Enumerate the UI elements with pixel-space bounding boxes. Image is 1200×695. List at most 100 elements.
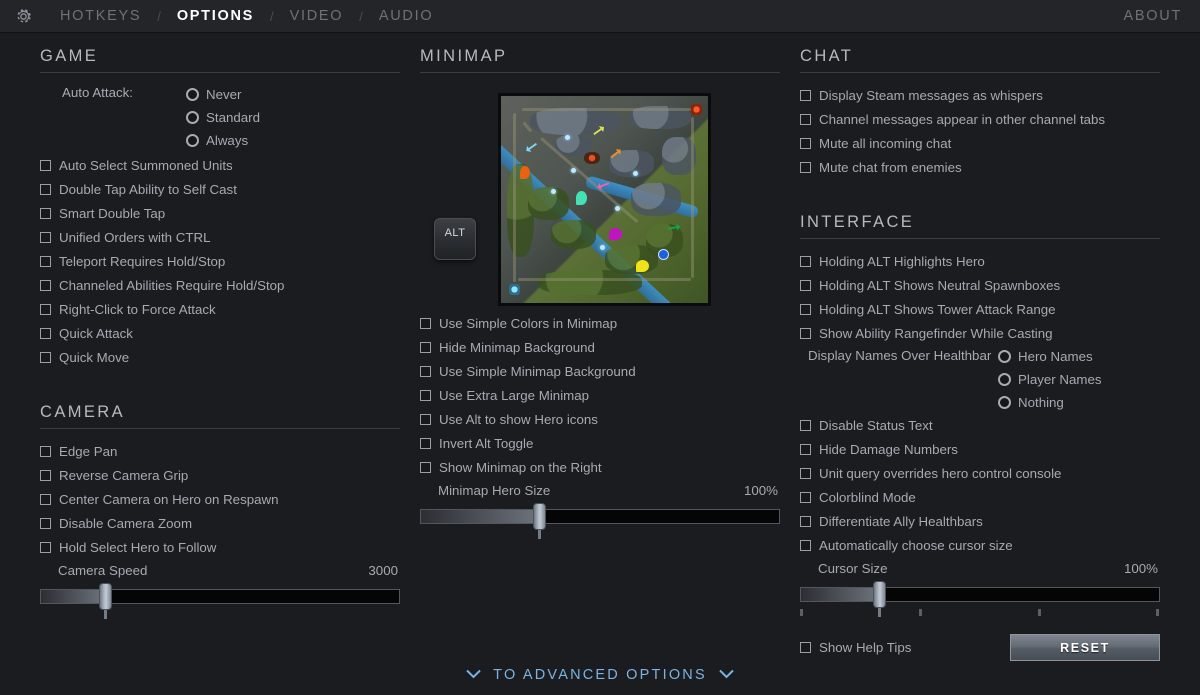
checkbox-label: Unit query overrides hero control consol… — [819, 466, 1061, 481]
checkbox-icon — [40, 542, 51, 553]
checkbox-quick-attack[interactable]: Quick Attack — [40, 321, 400, 345]
nav-separator-1: / — [155, 9, 163, 24]
checkbox-icon — [800, 492, 811, 503]
column-game: GAME Auto Attack: Never Standard Always — [40, 33, 400, 607]
section-rule-chat — [800, 72, 1160, 73]
checkbox-label: Hide Minimap Background — [439, 340, 595, 355]
section-title-interface: INTERFACE — [800, 199, 1160, 238]
checkbox-double-tap-ability-to-self-cast[interactable]: Double Tap Ability to Self Cast — [40, 177, 400, 201]
checkbox-quick-move[interactable]: Quick Move — [40, 345, 400, 369]
nav-separator-2: / — [268, 9, 276, 24]
checkbox-smart-double-tap[interactable]: Smart Double Tap — [40, 201, 400, 225]
checkbox-label: Smart Double Tap — [59, 206, 165, 221]
checkbox-show-ability-rangefinder-while-casting[interactable]: Show Ability Rangefinder While Casting — [800, 321, 1160, 345]
minimap-frame[interactable]: ➞ ➞ ➞ ➞ ➞ — [498, 93, 711, 306]
slider-thumb[interactable] — [99, 583, 112, 610]
checkbox-label: Mute all incoming chat — [819, 136, 951, 151]
checkbox-icon — [40, 494, 51, 505]
checkbox-invert-alt-toggle[interactable]: Invert Alt Toggle — [420, 431, 780, 455]
checkbox-use-simple-minimap-background[interactable]: Use Simple Minimap Background — [420, 359, 780, 383]
checkbox-use-simple-colors-in-minimap[interactable]: Use Simple Colors in Minimap — [420, 311, 780, 335]
checkbox-icon — [40, 184, 51, 195]
checkbox-auto-select-summoned-units[interactable]: Auto Select Summoned Units — [40, 153, 400, 177]
about-link[interactable]: ABOUT — [1124, 0, 1182, 33]
checkbox-show-help-tips[interactable]: Show Help Tips — [800, 636, 911, 660]
checkbox-mute-all-incoming-chat[interactable]: Mute all incoming chat — [800, 131, 1160, 155]
checkbox-use-alt-to-show-hero-icons[interactable]: Use Alt to show Hero icons — [420, 407, 780, 431]
checkbox-icon — [800, 328, 811, 339]
roshan-pit — [584, 152, 600, 164]
minimap-image: ➞ ➞ ➞ ➞ ➞ — [501, 96, 708, 303]
tab-video[interactable]: VIDEO — [276, 0, 358, 33]
tab-audio[interactable]: AUDIO — [365, 0, 447, 33]
alt-key-label: ALT — [445, 227, 466, 239]
checkbox-icon — [800, 280, 811, 291]
checkbox-right-click-to-force-attack[interactable]: Right-Click to Force Attack — [40, 297, 400, 321]
checkbox-hide-damage-numbers[interactable]: Hide Damage Numbers — [800, 437, 1160, 461]
slider-cursor-size[interactable]: Cursor Size 100% — [800, 561, 1160, 618]
checkbox-reverse-camera-grip[interactable]: Reverse Camera Grip — [40, 463, 400, 487]
checkbox-disable-camera-zoom[interactable]: Disable Camera Zoom — [40, 511, 400, 535]
checkbox-label: Right-Click to Force Attack — [59, 302, 216, 317]
slider-track-area[interactable] — [40, 585, 400, 607]
slider-thumb[interactable] — [873, 581, 886, 608]
checkbox-automatically-choose-cursor-size[interactable]: Automatically choose cursor size — [800, 533, 1160, 557]
checkbox-holding-alt-shows-tower-attack-range[interactable]: Holding ALT Shows Tower Attack Range — [800, 297, 1160, 321]
checkbox-icon — [40, 518, 51, 529]
checkbox-differentiate-ally-healthbars[interactable]: Differentiate Ally Healthbars — [800, 509, 1160, 533]
checkbox-icon — [40, 232, 51, 243]
section-rule-game — [40, 72, 400, 73]
tab-options[interactable]: OPTIONS — [163, 0, 268, 33]
radio-auto-attack-always[interactable]: Always — [186, 129, 260, 152]
checkbox-label: Reverse Camera Grip — [59, 468, 188, 483]
checkbox-label: Edge Pan — [59, 444, 117, 459]
checkbox-hold-select-hero-to-follow[interactable]: Hold Select Hero to Follow — [40, 535, 400, 559]
minimap-preview-area: ➞ ➞ ➞ ➞ ➞ ALT — [420, 83, 780, 311]
radio-display-names-hero-names[interactable]: Hero Names — [998, 345, 1102, 368]
checkbox-holding-alt-shows-neutral-spawnboxes[interactable]: Holding ALT Shows Neutral Spawnboxes — [800, 273, 1160, 297]
to-advanced-options-link[interactable]: TO ADVANCED OPTIONS — [0, 667, 1200, 683]
slider-track-area[interactable] — [420, 505, 780, 527]
slider-minimap-hero-size[interactable]: Minimap Hero Size 100% — [420, 483, 780, 527]
slider-label: Camera Speed — [58, 563, 147, 578]
checkbox-disable-status-text[interactable]: Disable Status Text — [800, 413, 1160, 437]
radio-label: Always — [206, 133, 248, 148]
checkbox-teleport-requires-hold-stop[interactable]: Teleport Requires Hold/Stop — [40, 249, 400, 273]
checkbox-icon — [420, 438, 431, 449]
checkbox-mute-chat-from-enemies[interactable]: Mute chat from enemies — [800, 155, 1160, 179]
checkbox-label: Use Simple Colors in Minimap — [439, 316, 617, 331]
gear-icon[interactable] — [0, 6, 46, 27]
checkbox-unified-orders-with-ctrl[interactable]: Unified Orders with CTRL — [40, 225, 400, 249]
slider-fill — [421, 510, 538, 523]
slider-camera-speed[interactable]: Camera Speed 3000 — [40, 563, 400, 607]
slider-track-area[interactable] — [800, 583, 1160, 605]
checkbox-icon — [420, 366, 431, 377]
slider-thumb[interactable] — [533, 503, 546, 530]
checkbox-edge-pan[interactable]: Edge Pan — [40, 439, 400, 463]
radio-auto-attack-never[interactable]: Never — [186, 83, 260, 106]
checkbox-holding-alt-highlights-hero[interactable]: Holding ALT Highlights Hero — [800, 249, 1160, 273]
checkbox-channeled-abilities-require-hold-stop[interactable]: Channeled Abilities Require Hold/Stop — [40, 273, 400, 297]
checkbox-label: Disable Status Text — [819, 418, 933, 433]
checkbox-show-minimap-on-the-right[interactable]: Show Minimap on the Right — [420, 455, 780, 479]
auto-attack-options: Never Standard Always — [186, 83, 260, 152]
top-navigation-bar: HOTKEYS / OPTIONS / VIDEO / AUDIO ABOUT — [0, 0, 1200, 33]
checkbox-unit-query-overrides-hero-control-console[interactable]: Unit query overrides hero control consol… — [800, 461, 1160, 485]
reset-button[interactable]: RESET — [1010, 634, 1160, 661]
checkbox-icon — [800, 304, 811, 315]
radio-auto-attack-standard[interactable]: Standard — [186, 106, 260, 129]
checkbox-colorblind-mode[interactable]: Colorblind Mode — [800, 485, 1160, 509]
checkbox-label: Holding ALT Highlights Hero — [819, 254, 985, 269]
radio-display-names-nothing[interactable]: Nothing — [998, 391, 1102, 414]
checkbox-label: Invert Alt Toggle — [439, 436, 533, 451]
checkbox-hide-minimap-background[interactable]: Hide Minimap Background — [420, 335, 780, 359]
checkbox-use-extra-large-minimap[interactable]: Use Extra Large Minimap — [420, 383, 780, 407]
tab-hotkeys[interactable]: HOTKEYS — [46, 0, 155, 33]
radio-display-names-player-names[interactable]: Player Names — [998, 368, 1102, 391]
radio-icon — [998, 373, 1011, 386]
checkbox-display-steam-messages-as-whispers[interactable]: Display Steam messages as whispers — [800, 83, 1160, 107]
checkbox-center-camera-on-hero-on-respawn[interactable]: Center Camera on Hero on Respawn — [40, 487, 400, 511]
checkbox-channel-messages-appear-in-other-channel-tabs[interactable]: Channel messages appear in other channel… — [800, 107, 1160, 131]
radio-label: Standard — [206, 110, 260, 125]
checkbox-icon — [40, 208, 51, 219]
